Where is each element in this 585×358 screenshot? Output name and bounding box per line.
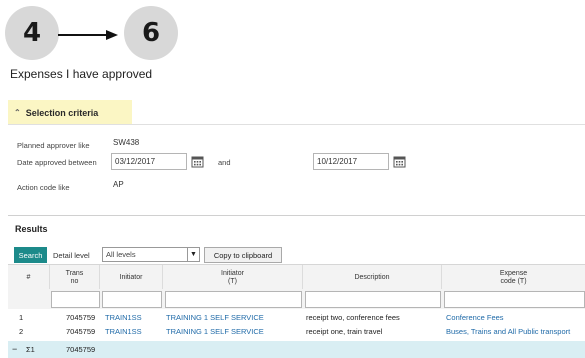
action-code-label: Action code like — [17, 183, 70, 192]
divider — [8, 215, 585, 216]
filter-initiator-input[interactable] — [102, 291, 162, 308]
filter-trans-no-input[interactable] — [51, 291, 100, 308]
expense-code-link[interactable]: Conference Fees — [446, 313, 504, 322]
step-from-number: 4 — [22, 18, 42, 48]
copy-to-clipboard-button[interactable]: Copy to clipboard — [204, 247, 282, 263]
column-header-expense-code[interactable]: Expense code (T) — [442, 265, 585, 290]
calendar-icon[interactable] — [191, 155, 204, 168]
calendar-icon[interactable] — [393, 155, 406, 168]
table-row[interactable]: 2 7045759 TRAIN1SS TRAINING 1 SELF SERVI… — [8, 324, 585, 338]
initiator-link[interactable]: TRAIN1SS — [105, 327, 142, 336]
divider — [8, 124, 585, 125]
detail-level-value: All levels — [106, 250, 136, 259]
detail-level-label: Detail level — [53, 251, 90, 260]
action-code-value: AP — [113, 180, 124, 189]
filter-description-input[interactable] — [305, 291, 441, 308]
sum-count: Σ1 — [26, 345, 35, 354]
filter-row — [8, 289, 585, 309]
date-to-input[interactable]: 10/12/2017 — [313, 153, 389, 170]
filter-initiator-t-input[interactable] — [165, 291, 302, 308]
approver-label: Planned approver like — [17, 141, 90, 150]
trans-no-cell: 7045759 — [66, 313, 96, 322]
column-header-number[interactable]: # — [8, 265, 50, 290]
step-to-number: 6 — [141, 18, 161, 48]
row-number: 1 — [19, 313, 24, 322]
date-from-input[interactable]: 03/12/2017 — [111, 153, 187, 170]
summary-trans-no: 7045759 — [66, 345, 96, 354]
column-header-initiator-t[interactable]: Initiator (T) — [163, 265, 303, 290]
initiator-t-link[interactable]: TRAINING 1 SELF SERVICE — [166, 313, 264, 322]
selection-criteria-label: Selection criteria — [25, 107, 99, 118]
chevron-up-icon: ⌃ — [14, 108, 21, 117]
date-approved-label: Date approved between — [17, 158, 97, 167]
and-label: and — [218, 158, 231, 167]
step-to-badge: 6 — [124, 6, 178, 60]
table-header-row: # Trans no Initiator Initiator (T) Descr… — [8, 264, 585, 290]
summary-row: − Σ1 7045759 — [8, 341, 585, 358]
trans-no-cell: 7045759 — [66, 327, 96, 336]
column-header-initiator[interactable]: Initiator — [100, 265, 163, 290]
filter-expense-code-input[interactable] — [444, 291, 585, 308]
selection-criteria-toggle[interactable]: ⌃ Selection criteria — [8, 100, 132, 125]
column-header-trans-no[interactable]: Trans no — [50, 265, 100, 290]
page-title: Expenses I have approved — [10, 67, 153, 81]
expense-code-link[interactable]: Buses, Trains and All Public transport — [446, 327, 570, 336]
description-cell: receipt one, train travel — [306, 327, 383, 336]
initiator-t-link[interactable]: TRAINING 1 SELF SERVICE — [166, 327, 264, 336]
collapse-icon[interactable]: − — [12, 344, 17, 354]
results-title: Results — [15, 224, 48, 234]
row-number: 2 — [19, 327, 24, 336]
approver-value: SW438 — [113, 138, 140, 147]
initiator-link[interactable]: TRAIN1SS — [105, 313, 142, 322]
arrow-right-icon — [58, 30, 118, 40]
table-row[interactable]: 1 7045759 TRAIN1SS TRAINING 1 SELF SERVI… — [8, 310, 585, 324]
description-cell: receipt two, conference fees — [306, 313, 400, 322]
step-from-badge: 4 — [5, 6, 59, 60]
chevron-down-icon[interactable]: ▼ — [187, 248, 199, 261]
search-button[interactable]: Search — [14, 247, 47, 263]
detail-level-select[interactable]: All levels ▼ — [102, 247, 200, 262]
column-header-description[interactable]: Description — [303, 265, 442, 290]
